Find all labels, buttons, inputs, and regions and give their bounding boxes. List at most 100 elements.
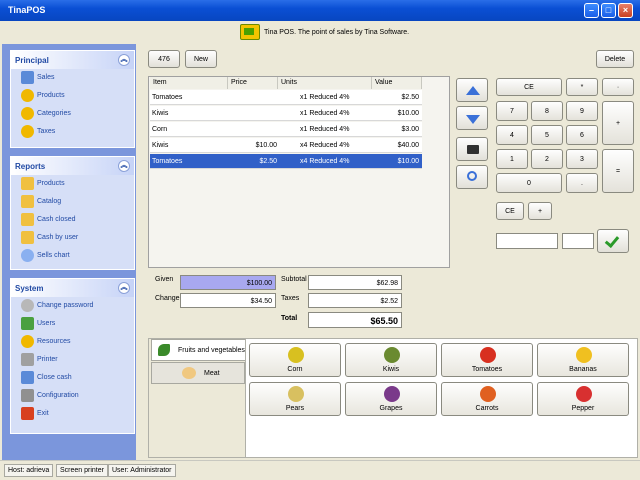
collapse-icon[interactable]: ︽ — [118, 282, 130, 294]
sidebar-item-report-cash-by-user[interactable]: Cash by user — [11, 229, 134, 247]
table-row[interactable]: Tomatoes x1 Reduced 4% $2.50 — [150, 90, 422, 105]
minimize-button[interactable]: – — [584, 3, 599, 18]
product-button-tomatoes[interactable]: Tomatoes — [441, 343, 533, 377]
keypad-7[interactable]: 7 — [496, 101, 528, 121]
product-button-kiwis[interactable]: Kiwis — [345, 343, 437, 377]
keypad-equals[interactable]: = — [602, 149, 634, 193]
cell-item: Tomatoes — [152, 158, 183, 165]
keypad-decimal[interactable]: . — [566, 173, 598, 193]
sidebar-item-taxes[interactable]: Taxes — [11, 123, 134, 141]
keypad-3[interactable]: 3 — [566, 149, 598, 169]
keypad-ce-2[interactable]: CE — [496, 202, 524, 220]
product-button-pepper[interactable]: Pepper — [537, 382, 629, 416]
column-header-price: Price — [228, 77, 278, 89]
pepper-icon — [576, 386, 592, 402]
amount-input[interactable] — [496, 233, 558, 249]
product-button-carrots[interactable]: Carrots — [441, 382, 533, 416]
ticket-lines-table[interactable]: Item Price Units Value Tomatoes x1 Reduce… — [148, 76, 450, 268]
change-label: Change — [155, 295, 180, 302]
sidebar-item-printer[interactable]: Printer — [11, 351, 134, 369]
sidebar-item-products[interactable]: Products — [11, 87, 134, 105]
sidebar-item-resources[interactable]: Resources — [11, 333, 134, 351]
status-bar: Host: adrieva Screen printer User: Admin… — [0, 460, 640, 480]
product-button-grapes[interactable]: Grapes — [345, 382, 437, 416]
keypad-ce[interactable]: CE — [496, 78, 562, 96]
cell-value: $40.00 — [397, 142, 419, 149]
keypad-4[interactable]: 4 — [496, 125, 528, 145]
kiwis-icon — [384, 347, 400, 363]
category-tab-meat[interactable]: Meat — [151, 362, 245, 384]
sidebar-item-change-password[interactable]: Change password — [11, 297, 134, 315]
sidebar-item-report-sells-chart[interactable]: Sells chart — [11, 247, 134, 265]
cell-item: Kiwis — [152, 110, 169, 117]
product-button-pears[interactable]: Pears — [249, 382, 341, 416]
product-name: Pears — [285, 405, 305, 412]
close-button[interactable]: × — [618, 3, 633, 18]
edit-line-button[interactable] — [456, 137, 488, 161]
column-header-value: Value — [372, 77, 422, 89]
keypad-0[interactable]: 0 — [496, 173, 562, 193]
product-name: Carrots — [475, 405, 499, 412]
sidebar-item-users[interactable]: Users — [11, 315, 134, 333]
report-icon — [21, 177, 34, 190]
search-product-button[interactable] — [456, 165, 488, 189]
app-logo-icon — [240, 24, 260, 40]
total-field: $65.50 — [308, 312, 402, 328]
move-up-button[interactable] — [456, 78, 488, 102]
quantity-input[interactable] — [562, 233, 594, 249]
new-ticket-button[interactable]: New — [185, 50, 217, 68]
keypad-8[interactable]: 8 — [531, 101, 563, 121]
confirm-button[interactable] — [597, 229, 629, 253]
sidebar-item-sales[interactable]: Sales — [11, 69, 134, 87]
table-row[interactable]: Kiwis $10.00 x4 Reduced 4% $40.00 — [150, 138, 422, 153]
ticket-number-button[interactable]: 476 — [148, 50, 180, 68]
sidebar-item-close-cash[interactable]: Close cash — [11, 369, 134, 387]
table-row[interactable]: Corn x1 Reduced 4% $3.00 — [150, 122, 422, 137]
printer-icon — [21, 353, 34, 366]
report-icon — [21, 231, 34, 244]
sidebar-item-exit[interactable]: Exit — [11, 405, 134, 423]
sidebar-item-report-cash-closed[interactable]: Cash closed — [11, 211, 134, 229]
category-tab-fruits[interactable]: Fruits and vegetables — [151, 339, 245, 361]
panel-header[interactable]: System ︽ — [11, 279, 134, 297]
user-key-icon — [21, 299, 34, 312]
product-name: Bananas — [569, 366, 597, 373]
status-printer: Screen printer — [56, 464, 108, 477]
keypad-plus-2[interactable]: + — [528, 202, 552, 220]
move-down-button[interactable] — [456, 106, 488, 130]
panel-header[interactable]: Principal ︽ — [11, 51, 134, 69]
report-icon — [21, 195, 34, 208]
status-user: User: Administrator — [108, 464, 176, 477]
cell-value: $10.00 — [397, 110, 419, 117]
delete-ticket-button[interactable]: Delete — [596, 50, 634, 68]
collapse-icon[interactable]: ︽ — [118, 160, 130, 172]
sidebar-item-categories[interactable]: Categories — [11, 105, 134, 123]
total-label: Total — [281, 315, 298, 322]
table-row[interactable]: Tomatoes $2.50 x4 Reduced 4% $10.00 — [150, 154, 422, 169]
product-button-bananas[interactable]: Bananas — [537, 343, 629, 377]
sidebar-item-report-catalog[interactable]: Catalog — [11, 193, 134, 211]
cell-value: $10.00 — [397, 158, 419, 165]
given-field[interactable]: $100.00 — [180, 275, 276, 290]
chart-icon — [21, 249, 34, 262]
sidebar-item-report-products[interactable]: Products — [11, 175, 134, 193]
keypad-dot-top[interactable]: · — [602, 78, 634, 96]
users-icon — [21, 317, 34, 330]
maximize-button[interactable]: □ — [601, 3, 616, 18]
table-row[interactable]: Kiwis x1 Reduced 4% $10.00 — [150, 106, 422, 121]
pears-icon — [288, 386, 304, 402]
sidebar-item-configuration[interactable]: Configuration — [11, 387, 134, 405]
keypad-6[interactable]: 6 — [566, 125, 598, 145]
cell-price: $10.00 — [255, 142, 277, 149]
collapse-icon[interactable]: ︽ — [118, 54, 130, 66]
keypad-2[interactable]: 2 — [531, 149, 563, 169]
panel-title: Principal — [15, 56, 49, 65]
title-bar: TinaPOS – □ × — [0, 0, 640, 21]
panel-header[interactable]: Reports ︽ — [11, 157, 134, 175]
keypad-multiply[interactable]: * — [566, 78, 598, 96]
keypad-plus[interactable]: + — [602, 101, 634, 145]
keypad-9[interactable]: 9 — [566, 101, 598, 121]
product-button-corn[interactable]: Corn — [249, 343, 341, 377]
keypad-5[interactable]: 5 — [531, 125, 563, 145]
keypad-1[interactable]: 1 — [496, 149, 528, 169]
